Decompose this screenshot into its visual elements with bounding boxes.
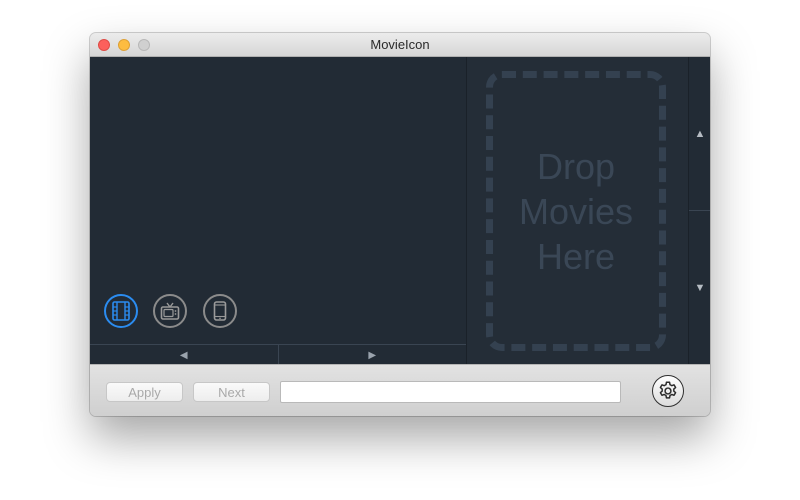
apply-button[interactable]: Apply [106,382,183,402]
triangle-left-icon: ◀ [179,349,188,361]
film-icon [112,301,130,321]
next-button[interactable]: Next [193,382,270,402]
drop-line-3: Here [536,235,616,277]
drop-panel: Drop Movies Here [466,57,689,364]
title-bar: MovieIcon [90,33,710,57]
scroll-column: ▲ ▼ [688,57,710,364]
bottom-toolbar: Apply Next [90,364,710,416]
triangle-down-icon: ▼ [694,281,706,294]
name-input[interactable] [280,381,621,403]
window-title: MovieIcon [370,37,430,52]
phone-mode-button[interactable] [203,294,237,328]
scroll-down-button[interactable]: ▼ [689,211,710,364]
drop-line-2: Movies [518,190,634,232]
tv-mode-button[interactable] [153,294,187,328]
preview-panel: ◀ ▶ [90,57,466,365]
tv-icon [160,302,180,320]
next-arrow-button[interactable]: ▶ [277,345,467,365]
gear-icon [659,381,677,399]
previous-button[interactable]: ◀ [90,345,278,365]
navigation-bar: ◀ ▶ [90,344,466,365]
triangle-up-icon: ▲ [694,127,706,140]
scroll-up-button[interactable]: ▲ [689,57,710,211]
movie-drop-zone[interactable]: Drop Movies Here [486,71,666,351]
drop-line-1: Drop [536,145,616,187]
drop-zone-label: Drop Movies Here [496,144,656,279]
settings-button[interactable] [652,375,684,407]
movie-mode-button[interactable] [104,294,138,328]
phone-icon [213,301,227,321]
triangle-right-icon: ▶ [368,349,377,361]
main-content: ◀ ▶ Drop Movies Here ▲ ▼ [90,57,710,365]
app-window: MovieIcon ◀ ▶ Drop Movies Here ▲ ▼ Apply… [90,33,710,416]
